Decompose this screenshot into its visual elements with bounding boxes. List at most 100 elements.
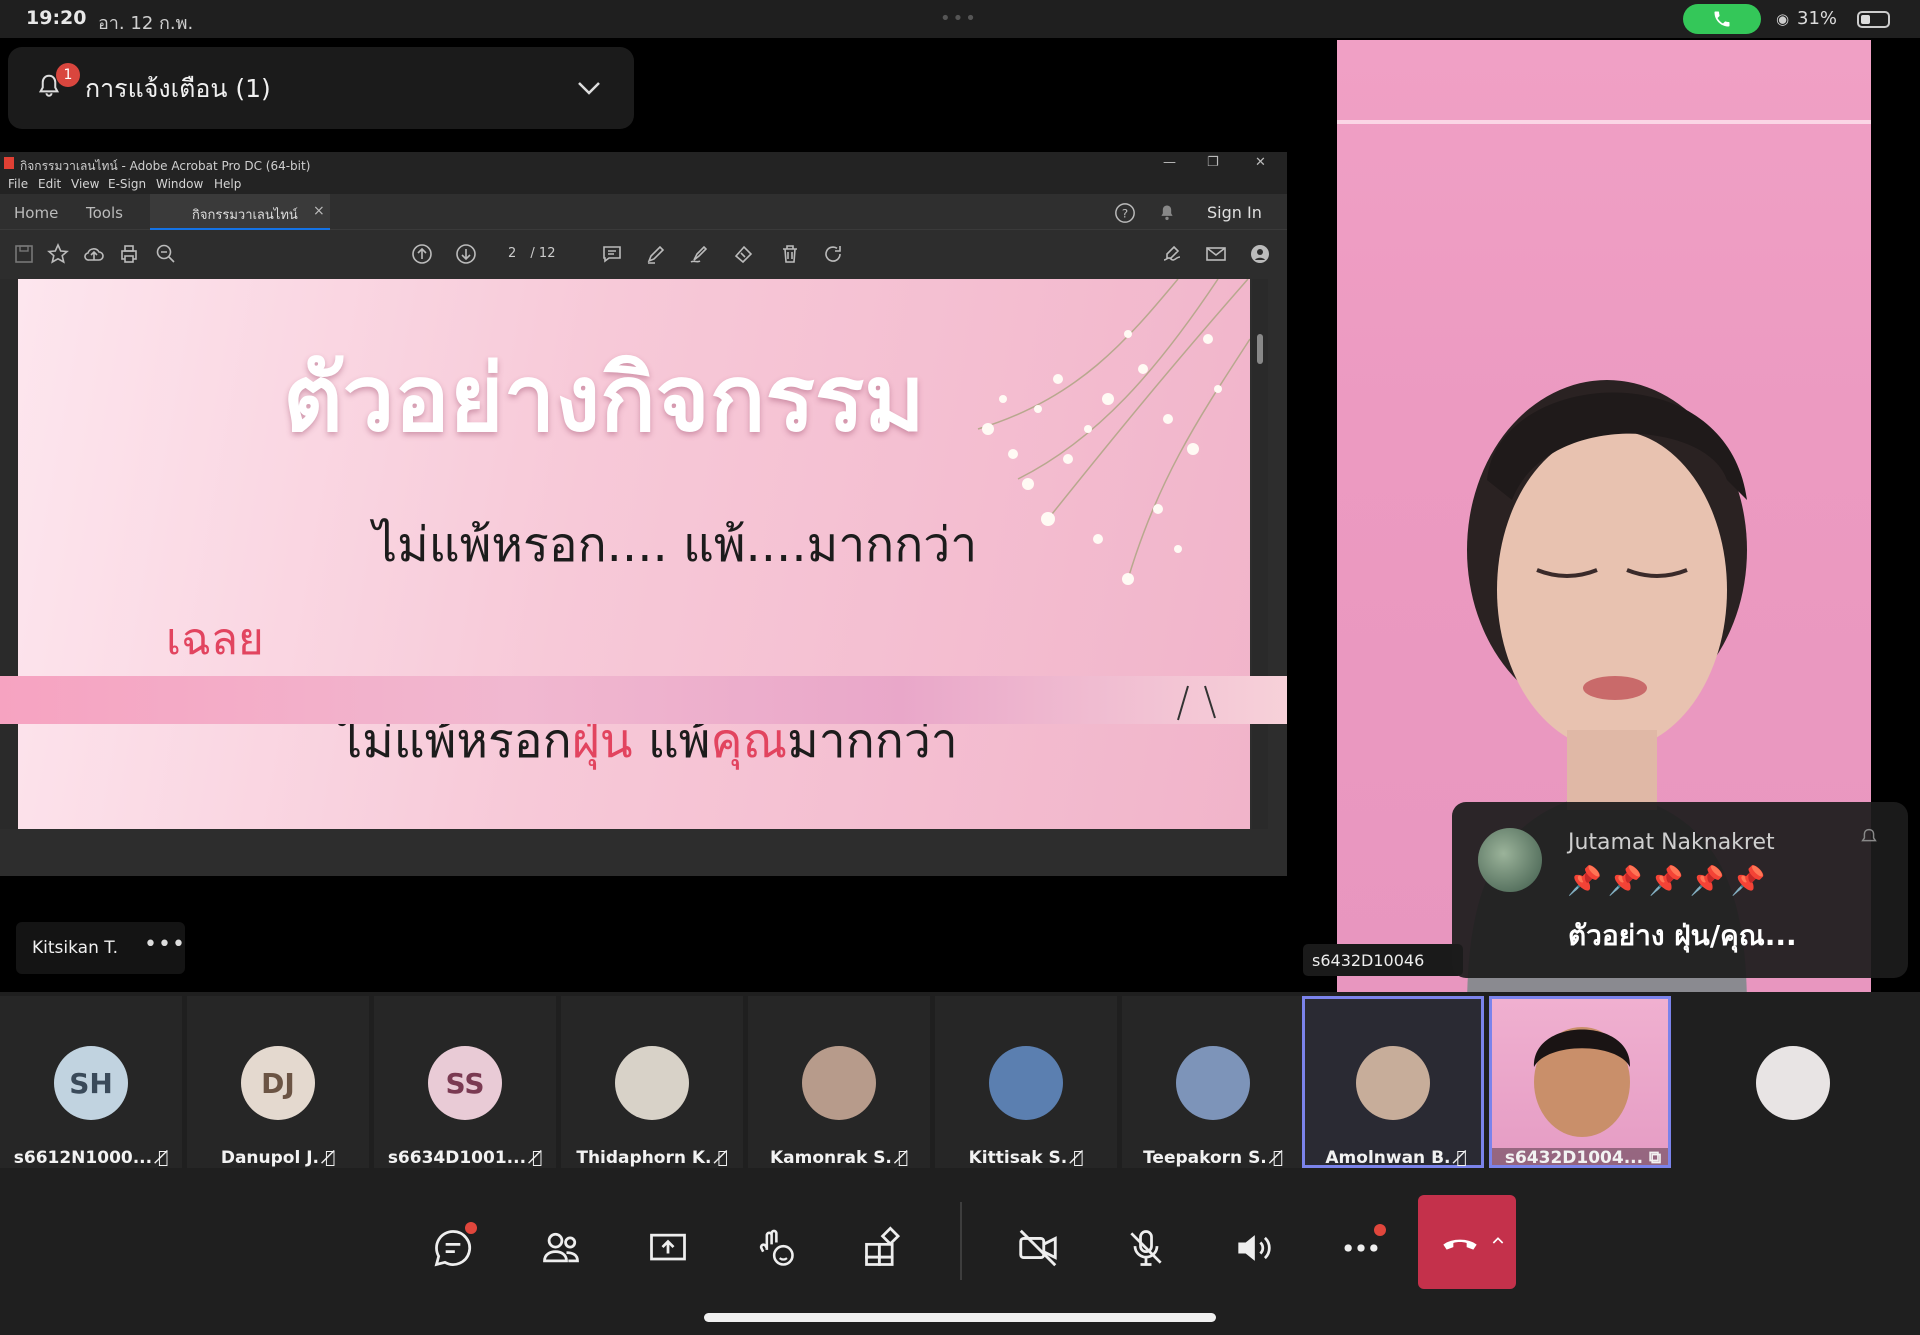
share-icon (650, 1233, 686, 1261)
slide-answer-label: เฉลย (166, 614, 264, 665)
apps-button[interactable] (855, 1220, 911, 1276)
tab-tools[interactable]: Tools (86, 204, 123, 222)
page-indicator[interactable]: 2 / 12 (508, 246, 555, 261)
reactions-button[interactable] (748, 1220, 804, 1276)
participant-tile[interactable]: Kamonrak S. 🎙̸ (748, 996, 930, 1168)
avatar (1478, 828, 1542, 892)
home-indicator[interactable] (704, 1313, 1216, 1322)
chat-sender: Jutamat Naknakret (1568, 830, 1775, 855)
camera-off-icon (1019, 1229, 1057, 1267)
mute-notification-icon[interactable] (1858, 826, 1880, 848)
print-icon[interactable] (117, 242, 141, 266)
menu-file[interactable]: File (8, 177, 28, 191)
tab-document[interactable]: กิจกรรมวาเลนไทน์ × (150, 194, 330, 230)
avatar (989, 1046, 1063, 1120)
bell-icon[interactable] (1157, 202, 1177, 224)
chat-message: ตัวอย่าง ฝุ่น/คุณ... (1568, 919, 1797, 952)
participant-tile-video[interactable]: s6432D1004... ⧉ (1489, 996, 1671, 1168)
sign-icon[interactable] (1160, 242, 1184, 266)
stamp-icon[interactable] (732, 242, 756, 266)
scroll-thumb[interactable] (1257, 334, 1263, 364)
zoom-out-icon[interactable] (154, 242, 178, 266)
chat-toast[interactable]: Jutamat Naknakret 📌📌📌📌📌 ตัวอย่าง ฝุ่น/คุ… (1452, 802, 1908, 978)
mic-off-icon: 🎙̸ (1456, 1148, 1467, 1168)
tab-home[interactable]: Home (14, 204, 58, 222)
presenter-name: Kitsikan T. (32, 938, 119, 958)
mic-off-icon: 🎙̸ (324, 1148, 336, 1168)
camera-toggle-button[interactable] (1010, 1220, 1066, 1276)
restore-icon[interactable]: ❐ (1207, 155, 1219, 170)
presentation-slide: ตัวอย่างกิจกรรม ไม่แพ้หรอก.... แพ้....มา… (18, 279, 1250, 829)
deco-strokes (1177, 685, 1216, 721)
pdf-icon (4, 157, 14, 169)
status-bar: 19:20 อา. 12 ก.พ. ••• ◉ 31% (0, 0, 1920, 38)
menu-view[interactable]: View (71, 177, 99, 191)
share-user-icon[interactable] (1248, 242, 1272, 266)
acrobat-toolbar: 2 / 12 (0, 230, 1287, 278)
participant-tile[interactable]: Kittisak S. 🎙̸ (935, 996, 1117, 1168)
people-icon (543, 1232, 579, 1263)
star-icon[interactable] (46, 242, 70, 266)
people-button[interactable] (533, 1220, 589, 1276)
participant-tile[interactable]: SH s6612N1000... 🎙̸ (0, 996, 182, 1168)
active-call-pill[interactable] (1683, 4, 1761, 34)
participant-tile[interactable]: Thidaphorn K. 🎙̸ (561, 996, 743, 1168)
multitasking-dots-icon[interactable]: ••• (940, 8, 978, 29)
mic-off-icon: 🎙̸ (717, 1148, 728, 1168)
participant-name: s6612N1000... 🎙̸ (13, 1148, 169, 1168)
participant-tile[interactable]: Amolnwan B. 🎙̸ (1302, 996, 1484, 1168)
notification-banner[interactable]: 1 การแจ้งเตือน (1) (8, 47, 634, 129)
participant-name: Danupol J. 🎙̸ (220, 1148, 336, 1168)
more-options-icon[interactable]: ••• (144, 932, 186, 957)
acrobat-tabbar: Home Tools กิจกรรมวาเลนไทน์ × ? Sign In (0, 194, 1287, 230)
menu-edit[interactable]: Edit (38, 177, 61, 191)
save-icon[interactable] (12, 242, 36, 266)
delete-icon[interactable] (778, 242, 802, 266)
status-time: 19:20 (26, 7, 87, 29)
email-icon[interactable] (1204, 242, 1228, 266)
document-scrollbar[interactable] (1252, 279, 1268, 829)
page-up-icon[interactable] (410, 242, 434, 266)
chat-button[interactable] (425, 1220, 481, 1276)
call-controls (0, 1178, 1920, 1335)
rotate-icon[interactable] (821, 242, 845, 266)
sign-in-button[interactable]: Sign In (1207, 203, 1262, 222)
hang-up-button[interactable] (1418, 1195, 1516, 1289)
minimize-icon[interactable]: — (1163, 155, 1176, 170)
participant-tile[interactable] (1702, 996, 1884, 1168)
chevron-down-icon[interactable] (574, 73, 604, 103)
draw-icon[interactable] (688, 242, 712, 266)
share-screen-button[interactable] (640, 1220, 696, 1276)
more-button[interactable] (1333, 1220, 1389, 1276)
mic-toggle-button[interactable] (1118, 1220, 1174, 1276)
avatar (1756, 1046, 1830, 1120)
page-down-icon[interactable] (454, 242, 478, 266)
speaker-button[interactable] (1225, 1220, 1281, 1276)
mic-off-icon: 🎙̸ (531, 1148, 543, 1168)
comment-icon[interactable] (600, 242, 624, 266)
video-participant-tag: s6432D10046 (1303, 944, 1463, 976)
help-icon[interactable]: ? (1114, 202, 1136, 224)
presenter-name-tag[interactable]: Kitsikan T. ••• (16, 922, 185, 974)
phone-icon (1714, 11, 1730, 27)
participant-name: s6432D1004... ⧉ (1492, 1148, 1668, 1165)
hangup-icon (1443, 1239, 1477, 1250)
highlight-pen-icon[interactable] (644, 242, 668, 266)
close-window-icon[interactable]: ✕ (1255, 155, 1266, 170)
menu-esign[interactable]: E-Sign (108, 177, 146, 191)
cloud-upload-icon[interactable] (82, 242, 106, 266)
menu-help[interactable]: Help (214, 177, 241, 191)
chevron-up-icon[interactable] (1490, 1233, 1506, 1249)
avatar (802, 1046, 876, 1120)
mic-off-icon: 🎙̸ (897, 1148, 909, 1168)
close-tab-icon[interactable]: × (313, 203, 325, 219)
participant-tile[interactable]: DJ Danupol J. 🎙̸ (187, 996, 369, 1168)
participant-tile[interactable]: SS s6634D1001... 🎙̸ (374, 996, 556, 1168)
mic-off-icon: 🎙̸ (158, 1148, 169, 1168)
left-panel-toggle[interactable] (0, 279, 18, 829)
menu-window[interactable]: Window (156, 177, 203, 191)
participant-tile[interactable]: Teepakorn S. 🎙̸ (1122, 996, 1304, 1168)
tab-document-label: กิจกรรมวาเลนไทน์ (192, 208, 298, 223)
page-current[interactable]: 2 (508, 246, 516, 261)
participant-face (1533, 1027, 1631, 1137)
